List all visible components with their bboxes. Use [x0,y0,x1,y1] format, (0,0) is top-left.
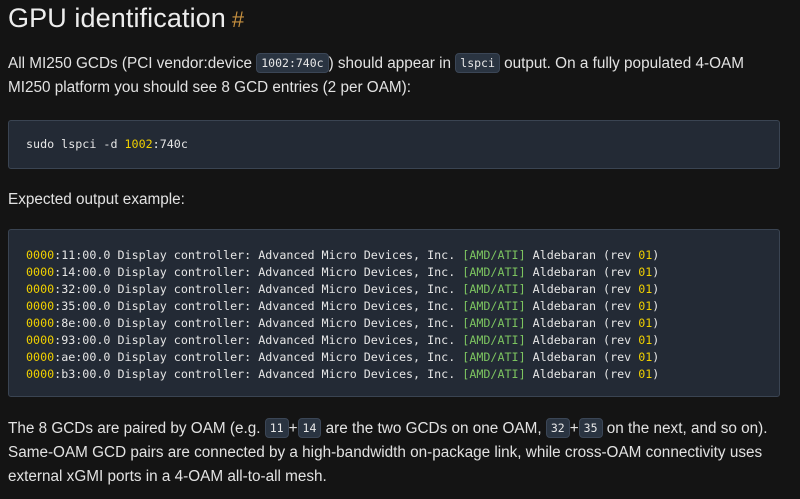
rev-close: ) [652,299,660,313]
device-description: Display controller: Advanced Micro Devic… [110,367,463,381]
device-name: Aldebaran [525,367,604,381]
vendor-tag: [AMD/ATI] [462,299,526,313]
vendor-tag: [AMD/ATI] [462,316,526,330]
device-description: Display controller: Advanced Micro Devic… [110,333,463,347]
device-description: Display controller: Advanced Micro Devic… [110,282,463,296]
output-lines: 0000:11:00.0 Display controller: Advance… [26,247,659,383]
rev-number: 01 [638,316,653,330]
device-name: Aldebaran [525,282,604,296]
expected-output-label: Expected output example: [8,191,185,208]
pairing-line-3: external xGMI ports in a 4-OAM all-to-al… [8,468,327,485]
inline-code-bus-35: 35 [578,418,603,438]
intro-line-2: MI250 platform you should see 8 GCD entr… [8,79,411,96]
command-code-block[interactable]: sudo lspci -d 1002:740c [8,120,780,169]
pci-bus: :8e:00.0 [54,316,111,330]
rev-close: ) [652,350,660,364]
pci-bus: :11:00.0 [54,248,111,262]
rev-number: 01 [638,333,653,347]
output-line: 0000:35:00.0 Display controller: Advance… [26,298,659,315]
command-line: sudo lspci -d 1002:740c [26,137,188,151]
vendor-tag: [AMD/ATI] [462,333,526,347]
inline-code-vendor-device: 1002:740c [256,53,329,73]
inline-code-bus-11: 11 [264,418,289,438]
rev-number: 01 [638,248,653,262]
device-name: Aldebaran [525,299,604,313]
output-line: 0000:93:00.0 Display controller: Advance… [26,332,659,349]
rev-number: 01 [638,299,653,313]
device-name: Aldebaran [525,316,604,330]
pci-bus: :14:00.0 [54,265,111,279]
pci-domain: 0000 [26,367,55,381]
pairing-line-1: The 8 GCDs are paired by OAM (e.g. 11 +14… [8,418,768,438]
pairing-paragraph: The 8 GCDs are paired by OAM (e.g. 11 +14… [8,417,768,489]
device-name: Aldebaran [525,248,604,262]
rev-number: 01 [638,367,653,381]
inline-code-bus-32: 32 [545,418,570,438]
vendor-tag: [AMD/ATI] [462,367,526,381]
pci-domain: 0000 [26,316,55,330]
vendor-tag: [AMD/ATI] [462,282,526,296]
output-line: 0000:8e:00.0 Display controller: Advance… [26,315,659,332]
rev-close: ) [652,333,660,347]
pci-bus: :93:00.0 [54,333,111,347]
output-line: 0000:32:00.0 Display controller: Advance… [26,281,659,298]
rev-number: 01 [638,350,653,364]
rev-label: (rev [603,248,639,262]
rev-number: 01 [638,282,653,296]
intro-line-1: All MI250 GCDs (PCI vendor:device 1002:7… [8,53,744,73]
rev-close: ) [652,316,660,330]
vendor-tag: [AMD/ATI] [462,350,526,364]
vendor-tag: [AMD/ATI] [462,265,526,279]
rev-close: ) [652,282,660,296]
rev-label: (rev [603,316,639,330]
pci-domain: 0000 [26,265,55,279]
heading-anchor-link[interactable]: # [232,7,244,32]
output-line: 0000:11:00.0 Display controller: Advance… [26,247,659,264]
output-line: 0000:b3:00.0 Display controller: Advance… [26,366,659,383]
output-line: 0000:14:00.0 Display controller: Advance… [26,264,659,281]
page-title: GPU identification # [8,3,244,34]
rev-label: (rev [603,282,639,296]
rev-close: ) [652,265,660,279]
device-name: Aldebaran [525,333,604,347]
device-name: Aldebaran [525,265,604,279]
pci-domain: 0000 [26,248,55,262]
inline-code-lspci: lspci [455,53,500,73]
pci-domain: 0000 [26,350,55,364]
pci-bus: :b3:00.0 [54,367,111,381]
device-description: Display controller: Advanced Micro Devic… [110,265,463,279]
vendor-tag: [AMD/ATI] [462,248,526,262]
pci-domain: 0000 [26,333,55,347]
pairing-line-2: Same-OAM GCD pairs are connected by a hi… [8,444,763,461]
output-code-block[interactable]: 0000:11:00.0 Display controller: Advance… [8,229,780,397]
page-title-text: GPU identification [8,3,226,33]
rev-label: (rev [603,350,639,364]
rev-label: (rev [603,265,639,279]
rev-label: (rev [603,299,639,313]
rev-close: ) [652,367,660,381]
intro-paragraph: All MI250 GCDs (PCI vendor:device 1002:7… [8,52,744,100]
pci-domain: 0000 [26,282,55,296]
rev-number: 01 [638,265,653,279]
inline-code-bus-14: 14 [297,418,322,438]
pci-bus: :35:00.0 [54,299,111,313]
output-line: 0000:ae:00.0 Display controller: Advance… [26,349,659,366]
device-description: Display controller: Advanced Micro Devic… [110,350,463,364]
device-description: Display controller: Advanced Micro Devic… [110,248,463,262]
device-name: Aldebaran [525,350,604,364]
rev-label: (rev [603,333,639,347]
pci-bus: :ae:00.0 [54,350,111,364]
device-description: Display controller: Advanced Micro Devic… [110,299,463,313]
rev-label: (rev [603,367,639,381]
device-description: Display controller: Advanced Micro Devic… [110,316,463,330]
pci-domain: 0000 [26,299,55,313]
rev-close: ) [652,248,660,262]
pci-bus: :32:00.0 [54,282,111,296]
command-vendor-id: 1002 [124,137,153,151]
